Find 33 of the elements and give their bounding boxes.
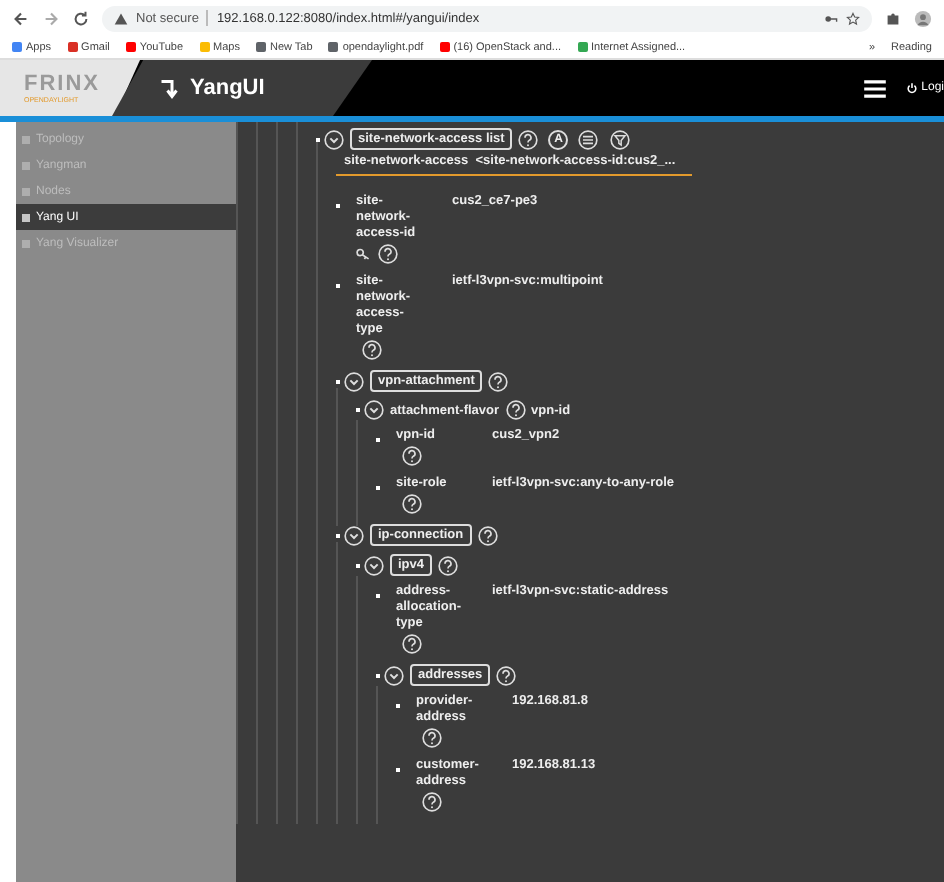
help-icon[interactable] xyxy=(505,400,526,420)
key-icon[interactable] xyxy=(824,11,838,25)
reload-icon[interactable] xyxy=(72,9,90,27)
back-icon[interactable] xyxy=(12,9,30,27)
branch-arrow-icon xyxy=(160,77,178,99)
help-icon[interactable] xyxy=(477,525,498,545)
help-icon[interactable] xyxy=(422,728,442,748)
help-icon[interactable] xyxy=(496,665,517,685)
collapse-toggle-icon[interactable] xyxy=(364,555,384,575)
power-icon xyxy=(905,82,918,94)
collapse-toggle-icon[interactable] xyxy=(324,129,344,149)
help-icon[interactable] xyxy=(402,446,422,466)
filter-icon[interactable] xyxy=(610,129,631,149)
warning-icon xyxy=(114,11,128,25)
puzzle-icon[interactable] xyxy=(884,9,902,27)
list-icon[interactable] xyxy=(578,129,599,149)
help-icon[interactable] xyxy=(402,494,422,514)
help-icon[interactable] xyxy=(488,371,509,391)
app-title: YangUI xyxy=(190,76,265,100)
help-icon[interactable] xyxy=(438,555,459,575)
help-icon[interactable] xyxy=(518,129,539,149)
logo-text: FRINX xyxy=(24,72,102,96)
collapse-toggle-icon[interactable] xyxy=(344,371,364,391)
avatar-icon[interactable] xyxy=(914,9,932,27)
menu-icon[interactable] xyxy=(863,79,886,97)
help-icon[interactable] xyxy=(402,634,422,654)
help-icon[interactable] xyxy=(422,792,442,812)
collapse-toggle-icon[interactable] xyxy=(344,525,364,545)
star-icon[interactable] xyxy=(846,11,860,25)
collapse-toggle-icon[interactable] xyxy=(384,665,404,685)
collapse-toggle-icon[interactable] xyxy=(364,400,384,420)
help-icon[interactable] xyxy=(378,244,398,264)
help-icon[interactable] xyxy=(362,340,382,360)
